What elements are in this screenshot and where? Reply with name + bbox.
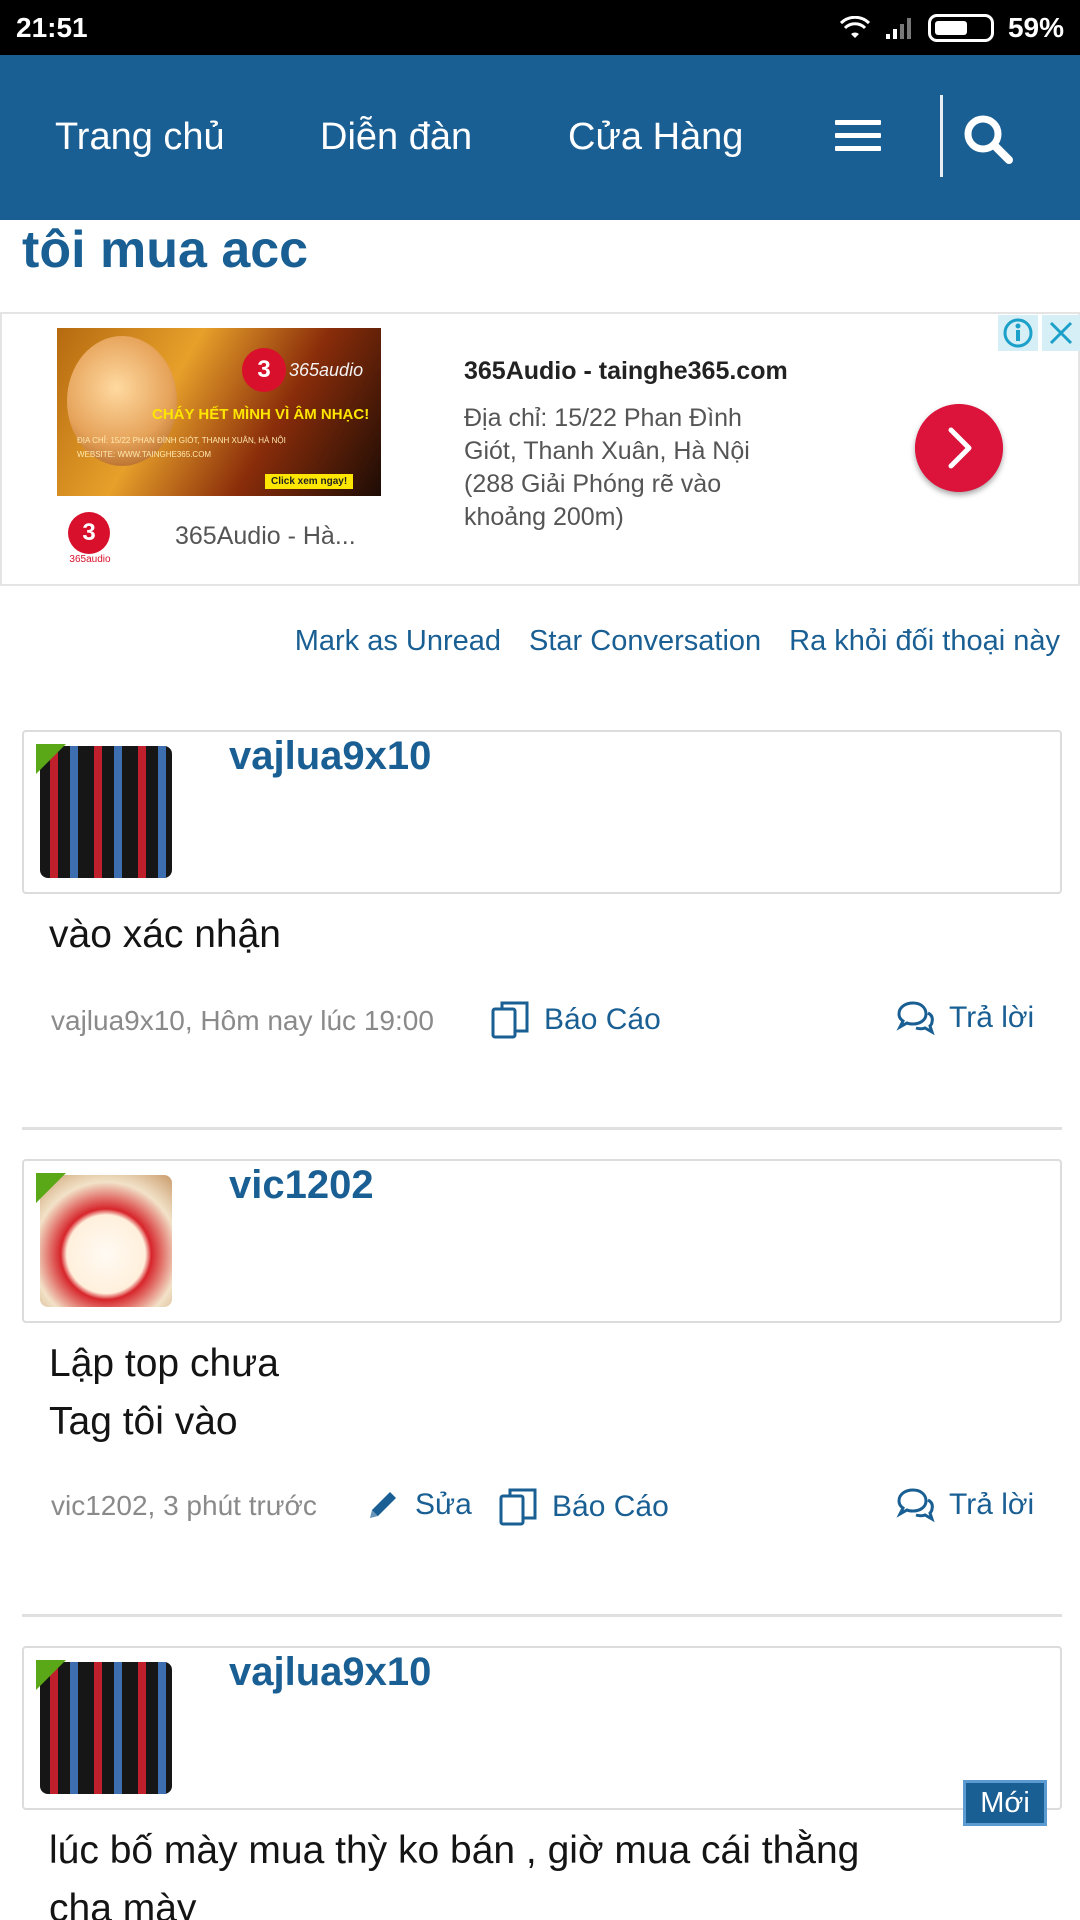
ad-image[interactable]: 3 365audio CHÁY HẾT MÌNH VÌ ÂM NHẠC! ĐỊA… <box>57 328 381 496</box>
pencil-icon <box>370 1492 396 1518</box>
online-badge <box>36 1660 66 1690</box>
message-body-line: cha mày <box>49 1887 197 1920</box>
message-divider <box>22 1127 1062 1130</box>
close-icon[interactable] <box>1042 315 1080 351</box>
ad-image-cta: Click xem ngay! <box>265 474 354 489</box>
status-bar: 21:51 59% <box>0 0 1080 55</box>
reply-label: Trả lời <box>949 1488 1035 1521</box>
message-body-line: Lập top chưa <box>49 1342 279 1385</box>
copy-icon <box>491 1001 529 1039</box>
message-body-line: lúc bố mày mua thỳ ko bán , giờ mua cái … <box>49 1829 860 1872</box>
status-time: 21:51 <box>16 11 88 43</box>
ad-logo-text: 365audio <box>69 554 111 565</box>
message-header: vic1202 <box>22 1159 1062 1323</box>
battery-percent: 59% <box>1007 11 1064 43</box>
nav-forum[interactable]: Diễn đàn <box>320 55 472 220</box>
nav-home[interactable]: Trang chủ <box>55 55 225 220</box>
status-icons: 59% <box>839 11 1064 44</box>
ad-image-address: ĐỊA CHỈ: 15/22 PHAN ĐÌNH GIÓT, THANH XUÂ… <box>77 436 286 445</box>
battery-icon <box>927 13 994 42</box>
reply-button[interactable]: Trả lời <box>895 1000 1034 1036</box>
conversation-actions: Mark as Unread Star Conversation Ra khỏi… <box>295 625 1060 658</box>
message-header: vajlua9x10 <box>22 730 1062 894</box>
star-conversation-link[interactable]: Star Conversation <box>529 625 761 658</box>
ad-logo: 3 365audio <box>62 512 118 568</box>
online-badge <box>36 1173 66 1203</box>
message-divider <box>22 1614 1062 1617</box>
top-nav: Trang chủ Diễn đàn Cửa Hàng <box>0 55 1080 220</box>
signal-icon <box>885 17 911 39</box>
hamburger-menu-icon[interactable] <box>835 120 881 156</box>
ad-image-model <box>67 336 177 466</box>
ad-image-website: WEBSITE: WWW.TAINGHE365.COM <box>77 450 212 459</box>
message-username[interactable]: vic1202 <box>229 1163 374 1208</box>
reply-button[interactable]: Trả lời <box>895 1487 1034 1523</box>
comments-icon <box>896 1488 935 1523</box>
message-meta: vajlua9x10, Hôm nay lúc 19:00 <box>51 1005 434 1036</box>
message-body: vào xác nhận <box>49 913 282 956</box>
online-badge <box>36 744 66 774</box>
nav-divider <box>940 95 943 177</box>
message-username[interactable]: vajlua9x10 <box>229 1650 431 1695</box>
mark-unread-link[interactable]: Mark as Unread <box>295 625 501 658</box>
report-button[interactable]: Báo Cáo <box>490 1000 661 1040</box>
ad-headline[interactable]: 365Audio - tainghe365.com <box>464 357 788 386</box>
page-title: tôi mua acc <box>22 221 309 279</box>
chevron-right-icon[interactable] <box>915 404 1003 492</box>
comments-icon <box>896 1001 935 1036</box>
ad-body: Địa chỉ: 15/22 Phan Đình Giót, Thanh Xuâ… <box>464 404 750 531</box>
new-messages-badge[interactable]: Mới <box>963 1780 1047 1826</box>
nav-store[interactable]: Cửa Hàng <box>568 55 743 220</box>
ad-banner[interactable]: 3 365audio CHÁY HẾT MÌNH VÌ ÂM NHẠC! ĐỊA… <box>0 312 1080 586</box>
message-body-line: Tag tôi vào <box>49 1400 238 1443</box>
search-icon[interactable] <box>962 113 1014 165</box>
report-label: Báo Cáo <box>552 1490 669 1523</box>
copy-icon <box>499 1488 537 1526</box>
leave-conversation-link[interactable]: Ra khỏi đối thoại này <box>789 625 1060 658</box>
message-header: vajlua9x10 <box>22 1646 1062 1810</box>
ad-image-brand-mark: 3 <box>242 348 286 392</box>
message-username[interactable]: vajlua9x10 <box>229 734 431 779</box>
ad-image-brand-word: 365audio <box>289 360 364 380</box>
report-label: Báo Cáo <box>544 1003 661 1036</box>
edit-button[interactable]: Sửa <box>365 1487 472 1523</box>
message-meta: vic1202, 3 phút trước <box>51 1490 317 1521</box>
ad-sponsor[interactable]: 365Audio - Hà... <box>175 522 356 551</box>
report-button[interactable]: Báo Cáo <box>498 1487 669 1527</box>
info-icon[interactable] <box>998 315 1038 351</box>
edit-label: Sửa <box>415 1488 472 1521</box>
wifi-icon <box>839 15 870 38</box>
reply-label: Trả lời <box>949 1001 1035 1034</box>
ad-image-slogan: CHÁY HẾT MÌNH VÌ ÂM NHẠC! <box>152 406 370 423</box>
ad-logo-mark: 3 <box>68 512 110 554</box>
